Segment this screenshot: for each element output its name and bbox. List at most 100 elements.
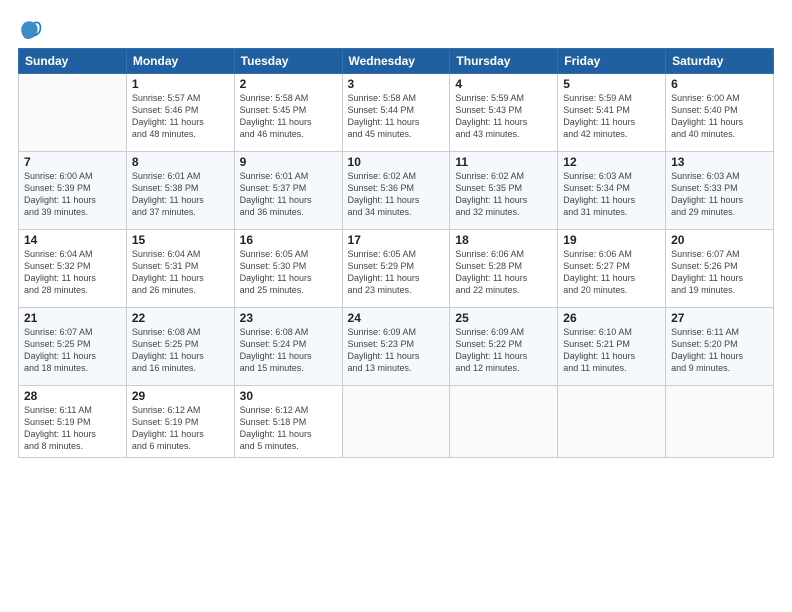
calendar-cell: 1Sunrise: 5:57 AM Sunset: 5:46 PM Daylig… bbox=[126, 74, 234, 152]
calendar: SundayMondayTuesdayWednesdayThursdayFrid… bbox=[18, 48, 774, 458]
day-number: 15 bbox=[132, 233, 229, 247]
calendar-cell: 5Sunrise: 5:59 AM Sunset: 5:41 PM Daylig… bbox=[558, 74, 666, 152]
day-info: Sunrise: 6:09 AM Sunset: 5:23 PM Dayligh… bbox=[348, 326, 445, 375]
day-info: Sunrise: 5:58 AM Sunset: 5:44 PM Dayligh… bbox=[348, 92, 445, 141]
day-info: Sunrise: 6:08 AM Sunset: 5:25 PM Dayligh… bbox=[132, 326, 229, 375]
day-number: 7 bbox=[24, 155, 121, 169]
calendar-cell: 22Sunrise: 6:08 AM Sunset: 5:25 PM Dayli… bbox=[126, 308, 234, 386]
weekday-header: Saturday bbox=[666, 49, 774, 74]
weekday-header: Friday bbox=[558, 49, 666, 74]
logo-icon bbox=[18, 18, 42, 42]
weekday-header: Thursday bbox=[450, 49, 558, 74]
day-number: 26 bbox=[563, 311, 660, 325]
weekday-header: Tuesday bbox=[234, 49, 342, 74]
day-info: Sunrise: 6:11 AM Sunset: 5:20 PM Dayligh… bbox=[671, 326, 768, 375]
calendar-cell: 21Sunrise: 6:07 AM Sunset: 5:25 PM Dayli… bbox=[19, 308, 127, 386]
day-info: Sunrise: 6:04 AM Sunset: 5:32 PM Dayligh… bbox=[24, 248, 121, 297]
calendar-cell: 24Sunrise: 6:09 AM Sunset: 5:23 PM Dayli… bbox=[342, 308, 450, 386]
day-number: 25 bbox=[455, 311, 552, 325]
calendar-cell: 15Sunrise: 6:04 AM Sunset: 5:31 PM Dayli… bbox=[126, 230, 234, 308]
calendar-cell: 23Sunrise: 6:08 AM Sunset: 5:24 PM Dayli… bbox=[234, 308, 342, 386]
calendar-cell bbox=[450, 386, 558, 458]
calendar-cell bbox=[558, 386, 666, 458]
day-number: 18 bbox=[455, 233, 552, 247]
calendar-cell: 13Sunrise: 6:03 AM Sunset: 5:33 PM Dayli… bbox=[666, 152, 774, 230]
day-info: Sunrise: 6:10 AM Sunset: 5:21 PM Dayligh… bbox=[563, 326, 660, 375]
calendar-cell: 26Sunrise: 6:10 AM Sunset: 5:21 PM Dayli… bbox=[558, 308, 666, 386]
day-info: Sunrise: 6:06 AM Sunset: 5:28 PM Dayligh… bbox=[455, 248, 552, 297]
day-number: 24 bbox=[348, 311, 445, 325]
day-info: Sunrise: 5:59 AM Sunset: 5:43 PM Dayligh… bbox=[455, 92, 552, 141]
header bbox=[18, 18, 774, 42]
page: SundayMondayTuesdayWednesdayThursdayFrid… bbox=[0, 0, 792, 468]
day-info: Sunrise: 6:09 AM Sunset: 5:22 PM Dayligh… bbox=[455, 326, 552, 375]
day-number: 27 bbox=[671, 311, 768, 325]
calendar-cell bbox=[666, 386, 774, 458]
calendar-cell: 27Sunrise: 6:11 AM Sunset: 5:20 PM Dayli… bbox=[666, 308, 774, 386]
day-number: 4 bbox=[455, 77, 552, 91]
day-number: 11 bbox=[455, 155, 552, 169]
logo bbox=[18, 18, 46, 42]
day-info: Sunrise: 6:12 AM Sunset: 5:19 PM Dayligh… bbox=[132, 404, 229, 453]
day-number: 20 bbox=[671, 233, 768, 247]
day-info: Sunrise: 6:01 AM Sunset: 5:37 PM Dayligh… bbox=[240, 170, 337, 219]
day-info: Sunrise: 6:05 AM Sunset: 5:29 PM Dayligh… bbox=[348, 248, 445, 297]
day-info: Sunrise: 6:06 AM Sunset: 5:27 PM Dayligh… bbox=[563, 248, 660, 297]
day-info: Sunrise: 6:02 AM Sunset: 5:36 PM Dayligh… bbox=[348, 170, 445, 219]
day-number: 1 bbox=[132, 77, 229, 91]
weekday-header: Monday bbox=[126, 49, 234, 74]
calendar-cell bbox=[342, 386, 450, 458]
day-number: 10 bbox=[348, 155, 445, 169]
day-number: 22 bbox=[132, 311, 229, 325]
calendar-cell: 12Sunrise: 6:03 AM Sunset: 5:34 PM Dayli… bbox=[558, 152, 666, 230]
day-info: Sunrise: 5:59 AM Sunset: 5:41 PM Dayligh… bbox=[563, 92, 660, 141]
day-info: Sunrise: 6:04 AM Sunset: 5:31 PM Dayligh… bbox=[132, 248, 229, 297]
calendar-cell: 7Sunrise: 6:00 AM Sunset: 5:39 PM Daylig… bbox=[19, 152, 127, 230]
calendar-cell: 29Sunrise: 6:12 AM Sunset: 5:19 PM Dayli… bbox=[126, 386, 234, 458]
weekday-header: Wednesday bbox=[342, 49, 450, 74]
day-info: Sunrise: 6:00 AM Sunset: 5:39 PM Dayligh… bbox=[24, 170, 121, 219]
day-info: Sunrise: 6:05 AM Sunset: 5:30 PM Dayligh… bbox=[240, 248, 337, 297]
calendar-cell bbox=[19, 74, 127, 152]
day-info: Sunrise: 5:58 AM Sunset: 5:45 PM Dayligh… bbox=[240, 92, 337, 141]
day-number: 6 bbox=[671, 77, 768, 91]
day-number: 13 bbox=[671, 155, 768, 169]
day-number: 9 bbox=[240, 155, 337, 169]
calendar-cell: 3Sunrise: 5:58 AM Sunset: 5:44 PM Daylig… bbox=[342, 74, 450, 152]
day-info: Sunrise: 6:00 AM Sunset: 5:40 PM Dayligh… bbox=[671, 92, 768, 141]
calendar-cell: 2Sunrise: 5:58 AM Sunset: 5:45 PM Daylig… bbox=[234, 74, 342, 152]
day-info: Sunrise: 6:03 AM Sunset: 5:34 PM Dayligh… bbox=[563, 170, 660, 219]
day-number: 30 bbox=[240, 389, 337, 403]
calendar-cell: 16Sunrise: 6:05 AM Sunset: 5:30 PM Dayli… bbox=[234, 230, 342, 308]
calendar-cell: 19Sunrise: 6:06 AM Sunset: 5:27 PM Dayli… bbox=[558, 230, 666, 308]
calendar-cell: 17Sunrise: 6:05 AM Sunset: 5:29 PM Dayli… bbox=[342, 230, 450, 308]
calendar-cell: 4Sunrise: 5:59 AM Sunset: 5:43 PM Daylig… bbox=[450, 74, 558, 152]
weekday-header: Sunday bbox=[19, 49, 127, 74]
day-info: Sunrise: 6:02 AM Sunset: 5:35 PM Dayligh… bbox=[455, 170, 552, 219]
day-number: 23 bbox=[240, 311, 337, 325]
calendar-cell: 9Sunrise: 6:01 AM Sunset: 5:37 PM Daylig… bbox=[234, 152, 342, 230]
calendar-cell: 11Sunrise: 6:02 AM Sunset: 5:35 PM Dayli… bbox=[450, 152, 558, 230]
calendar-cell: 20Sunrise: 6:07 AM Sunset: 5:26 PM Dayli… bbox=[666, 230, 774, 308]
day-number: 12 bbox=[563, 155, 660, 169]
day-number: 5 bbox=[563, 77, 660, 91]
day-info: Sunrise: 6:12 AM Sunset: 5:18 PM Dayligh… bbox=[240, 404, 337, 453]
day-info: Sunrise: 6:03 AM Sunset: 5:33 PM Dayligh… bbox=[671, 170, 768, 219]
day-number: 29 bbox=[132, 389, 229, 403]
day-number: 16 bbox=[240, 233, 337, 247]
day-info: Sunrise: 6:01 AM Sunset: 5:38 PM Dayligh… bbox=[132, 170, 229, 219]
day-info: Sunrise: 6:07 AM Sunset: 5:25 PM Dayligh… bbox=[24, 326, 121, 375]
day-number: 21 bbox=[24, 311, 121, 325]
day-number: 8 bbox=[132, 155, 229, 169]
day-info: Sunrise: 6:11 AM Sunset: 5:19 PM Dayligh… bbox=[24, 404, 121, 453]
calendar-cell: 28Sunrise: 6:11 AM Sunset: 5:19 PM Dayli… bbox=[19, 386, 127, 458]
day-number: 2 bbox=[240, 77, 337, 91]
calendar-cell: 30Sunrise: 6:12 AM Sunset: 5:18 PM Dayli… bbox=[234, 386, 342, 458]
calendar-cell: 6Sunrise: 6:00 AM Sunset: 5:40 PM Daylig… bbox=[666, 74, 774, 152]
day-number: 17 bbox=[348, 233, 445, 247]
day-info: Sunrise: 6:07 AM Sunset: 5:26 PM Dayligh… bbox=[671, 248, 768, 297]
day-number: 14 bbox=[24, 233, 121, 247]
day-info: Sunrise: 6:08 AM Sunset: 5:24 PM Dayligh… bbox=[240, 326, 337, 375]
calendar-cell: 8Sunrise: 6:01 AM Sunset: 5:38 PM Daylig… bbox=[126, 152, 234, 230]
day-number: 19 bbox=[563, 233, 660, 247]
